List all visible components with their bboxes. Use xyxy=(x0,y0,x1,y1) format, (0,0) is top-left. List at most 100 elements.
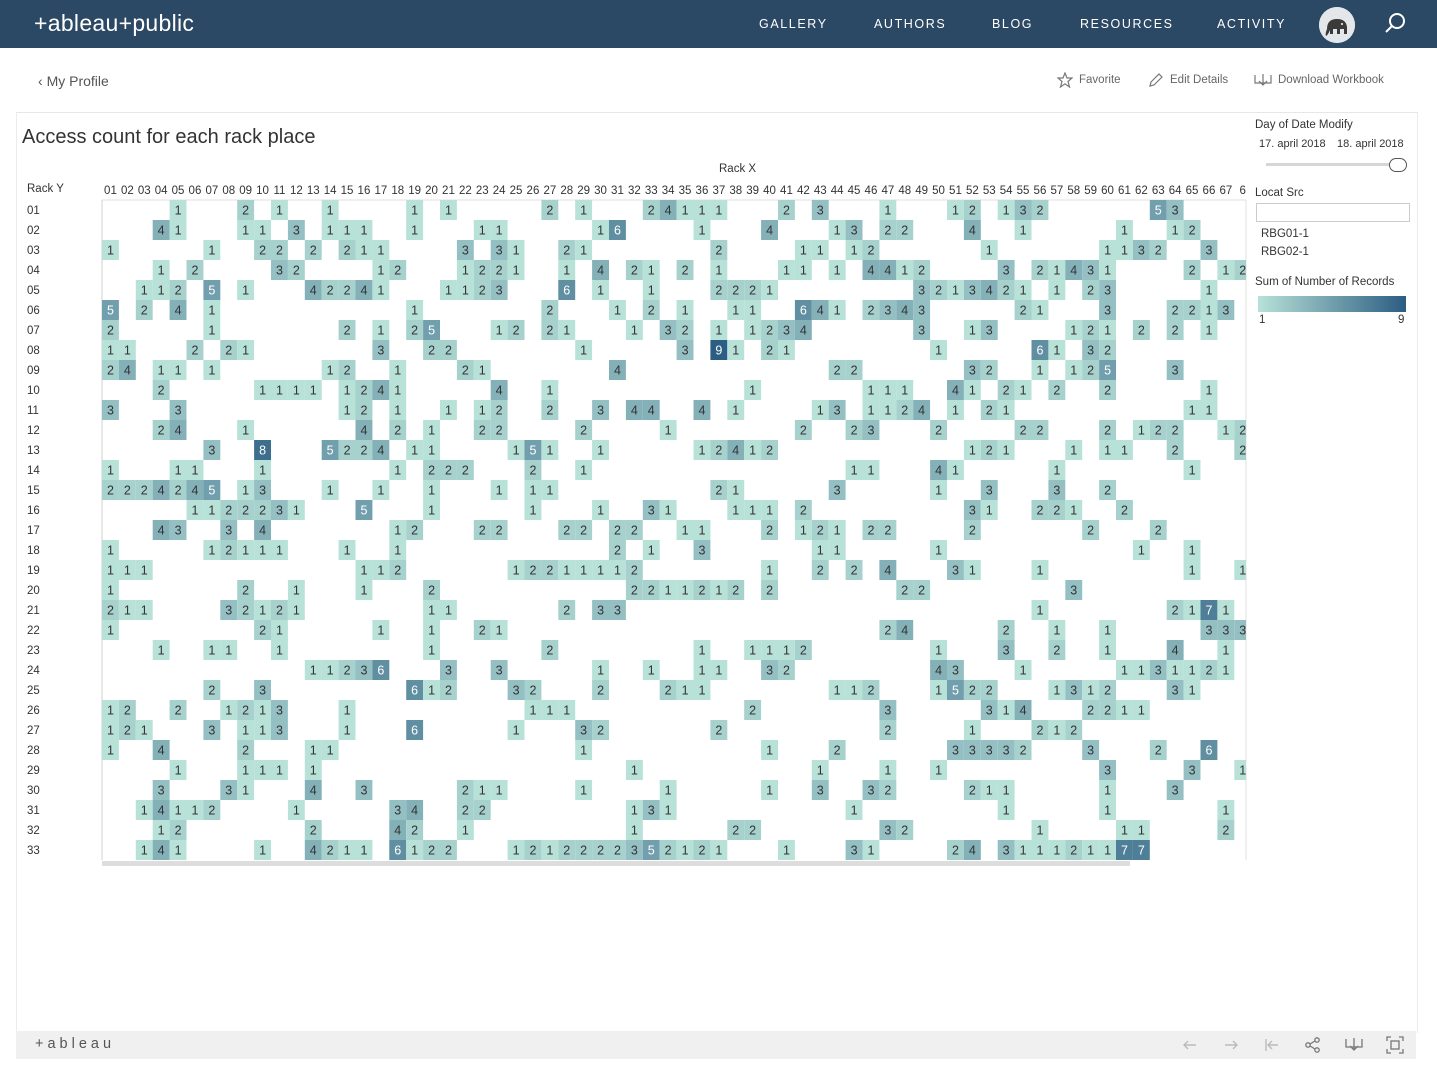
heatmap-cell-label: 2 xyxy=(1020,744,1027,758)
heatmap-cell-label: 4 xyxy=(800,324,807,338)
heatmap-cell-label: 4 xyxy=(158,804,165,818)
heatmap-cell-label: 3 xyxy=(1003,264,1010,278)
heatmap-cell-label: 1 xyxy=(1205,324,1212,338)
heatmap-cell-label: 1 xyxy=(867,844,874,858)
heatmap-cell-label: 1 xyxy=(428,624,435,638)
horizontal-scrollbar[interactable] xyxy=(102,861,1130,866)
date-slider-handle[interactable] xyxy=(1389,158,1407,172)
heatmap-cell-label: 1 xyxy=(851,684,858,698)
heatmap-cell-label: 1 xyxy=(884,204,891,218)
heatmap-cell-label: 1 xyxy=(175,464,182,478)
heatmap-cell-label: 4 xyxy=(631,404,638,418)
heatmap-cell-label: 1 xyxy=(732,504,739,518)
heatmap-cell-label: 2 xyxy=(1087,324,1094,338)
heatmap-cell-label: 1 xyxy=(1239,564,1246,578)
x-tick-label: 49 xyxy=(915,185,928,197)
heatmap-cell-label: 2 xyxy=(1003,284,1010,298)
heatmap-cell-label: 1 xyxy=(732,344,739,358)
download-workbook-button[interactable]: Download Workbook xyxy=(1254,72,1384,88)
locat-search-input[interactable] xyxy=(1256,203,1410,222)
heatmap-cell-label: 4 xyxy=(935,464,942,478)
heatmap-cell-label: 2 xyxy=(715,284,722,298)
heatmap-cell-label: 2 xyxy=(546,564,553,578)
heatmap-cell-label: 1 xyxy=(698,524,705,538)
heatmap-cell-label: 3 xyxy=(851,224,858,238)
x-tick-label: 01 xyxy=(104,185,117,197)
heatmap-cell-label: 1 xyxy=(1104,624,1111,638)
search-icon[interactable] xyxy=(1384,11,1408,35)
heatmap-cell-label: 1 xyxy=(242,784,249,798)
heatmap-cell-label: 1 xyxy=(969,324,976,338)
heatmap-cell-label: 2 xyxy=(986,364,993,378)
tableau-footer-logo[interactable]: +ableau xyxy=(35,1036,115,1052)
heatmap-cell-label: 1 xyxy=(1070,504,1077,518)
heatmap-cell-label: 2 xyxy=(529,844,536,858)
heatmap-cell-label: 1 xyxy=(513,244,520,258)
heatmap-cell-label: 2 xyxy=(851,424,858,438)
heatmap-cell-label: 1 xyxy=(1205,384,1212,398)
locat-value-1[interactable]: RBG01-1 xyxy=(1261,228,1309,240)
heatmap-cell-label: 3 xyxy=(783,324,790,338)
heatmap-cell-label: 2 xyxy=(327,844,334,858)
heatmap-cell-label: 2 xyxy=(884,624,891,638)
y-tick-label: 12 xyxy=(27,425,40,437)
heatmap-cell-label: 1 xyxy=(631,804,638,818)
heatmap-cell-label: 4 xyxy=(597,264,604,278)
undo-icon[interactable] xyxy=(1181,1036,1199,1054)
heatmap-cell-label: 3 xyxy=(986,484,993,498)
heatmap-cell-label: 1 xyxy=(208,364,215,378)
heatmap-cell-label: 1 xyxy=(327,744,334,758)
heatmap-cell-label: 1 xyxy=(1172,224,1179,238)
heatmap-cell-label: 3 xyxy=(1138,244,1145,258)
locat-value-2[interactable]: RBG02-1 xyxy=(1261,246,1309,258)
heatmap-cell-label: 1 xyxy=(276,544,283,558)
heatmap-cell-label: 1 xyxy=(377,284,384,298)
heatmap-cell-label: 2 xyxy=(884,224,891,238)
heatmap-cell-label: 3 xyxy=(360,784,367,798)
x-tick-label: 43 xyxy=(814,185,827,197)
heatmap-cell-label: 1 xyxy=(124,344,131,358)
y-tick-label: 20 xyxy=(27,585,40,597)
heatmap-cell-label: 1 xyxy=(293,384,300,398)
heatmap-cell-label: 2 xyxy=(1053,384,1060,398)
heatmap-cell-label: 1 xyxy=(1239,764,1246,778)
heatmap-cell-label: 1 xyxy=(496,784,503,798)
user-avatar[interactable] xyxy=(1319,7,1355,43)
revert-icon[interactable] xyxy=(1263,1036,1281,1054)
heatmap-cell-label: 1 xyxy=(749,384,756,398)
heatmap-cell-label: 2 xyxy=(293,264,300,278)
heatmap-cell-label: 1 xyxy=(1003,704,1010,718)
heatmap-cell-label: 1 xyxy=(597,444,604,458)
heatmap-cell-label: 1 xyxy=(208,504,215,518)
heatmap-cell-label: 2 xyxy=(344,244,351,258)
heatmap-cell-label: 1 xyxy=(952,404,959,418)
share-icon[interactable] xyxy=(1304,1036,1322,1054)
date-slider-track[interactable] xyxy=(1266,163,1404,166)
heatmap-cell-label: 1 xyxy=(411,304,418,318)
heatmap-cell-label: 1 xyxy=(276,624,283,638)
locat-src-title: Locat Src xyxy=(1255,187,1304,199)
heatmap-cell-label: 1 xyxy=(344,404,351,418)
heatmap-cell-label: 3 xyxy=(259,684,266,698)
y-tick-label: 23 xyxy=(27,645,40,657)
heatmap-cell-label: 2 xyxy=(225,344,232,358)
redo-icon[interactable] xyxy=(1222,1036,1240,1054)
heatmap-cell-label: 3 xyxy=(445,664,452,678)
x-tick-label: 32 xyxy=(628,185,641,197)
heatmap-cell-label: 3 xyxy=(682,344,689,358)
heatmap-cell-label: 1 xyxy=(191,464,198,478)
heatmap-cell-label: 1 xyxy=(1070,364,1077,378)
heatmap-cell-label: 2 xyxy=(1104,704,1111,718)
heatmap-cell-label: 1 xyxy=(834,224,841,238)
x-tick-label: 29 xyxy=(577,185,590,197)
fullscreen-icon[interactable] xyxy=(1386,1036,1404,1054)
heatmap-cell-label: 1 xyxy=(259,724,266,738)
heatmap-cell-label: 3 xyxy=(918,324,925,338)
heatmap-cell-label: 1 xyxy=(259,224,266,238)
heatmap-chart[interactable]: 01 02 03 04 05 06 07 08 09 10 11 12 13 14 15 16 17 18 19 20… xyxy=(0,0,1250,880)
heatmap-cell-label: 2 xyxy=(1222,824,1229,838)
heatmap-cell-label: 1 xyxy=(715,324,722,338)
download-icon[interactable] xyxy=(1345,1036,1363,1054)
heatmap-cell-label: 3 xyxy=(1087,744,1094,758)
heatmap-cell-label: 3 xyxy=(1172,684,1179,698)
